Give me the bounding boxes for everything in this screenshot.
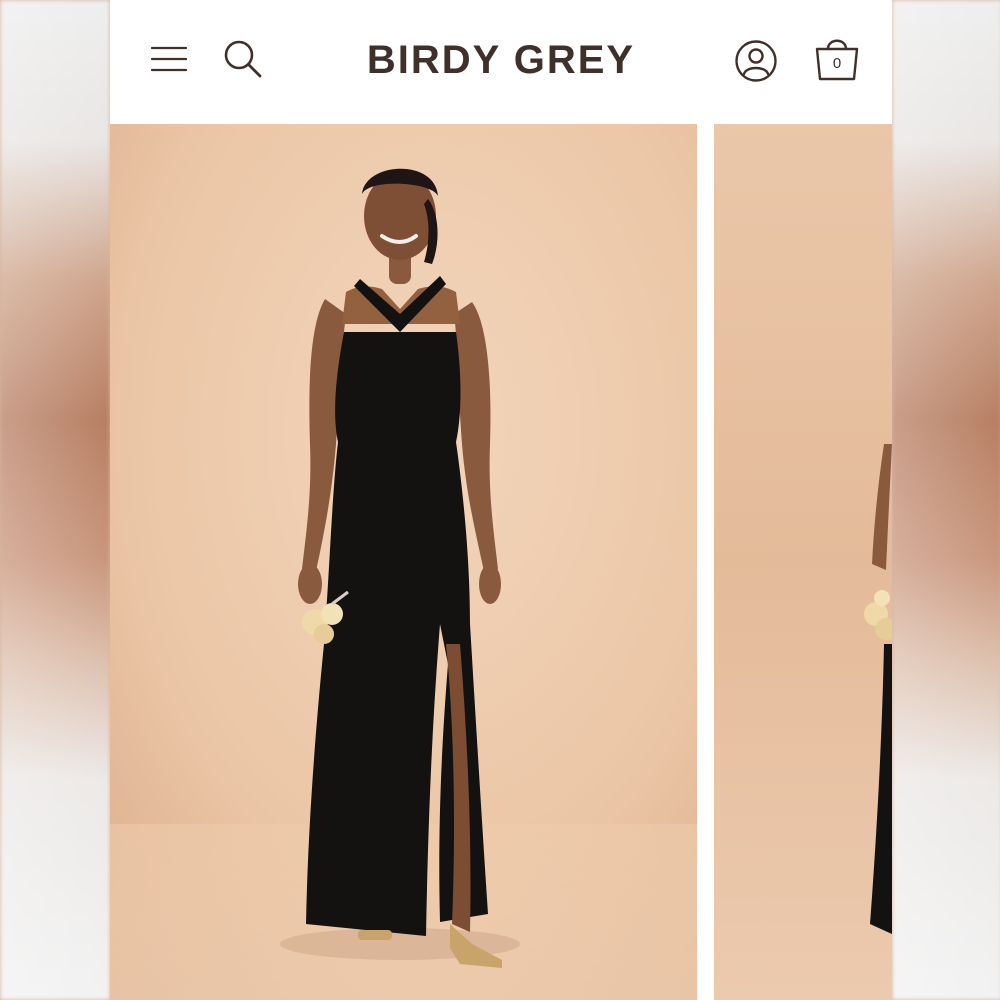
account-button[interactable] bbox=[734, 39, 778, 83]
hamburger-menu-icon bbox=[150, 46, 188, 72]
blurred-backdrop-left bbox=[0, 0, 110, 1000]
menu-button[interactable] bbox=[150, 40, 188, 78]
cart-count-badge: 0 bbox=[832, 55, 842, 72]
story-frame: BIRDY GREY 0 bbox=[0, 0, 1000, 1000]
blurred-backdrop-right bbox=[892, 0, 1000, 1000]
cart-button[interactable]: 0 bbox=[813, 33, 861, 83]
gallery-image-next[interactable] bbox=[714, 124, 892, 1000]
account-icon bbox=[735, 40, 777, 82]
mobile-screen: BIRDY GREY 0 bbox=[110, 0, 892, 1000]
search-button[interactable] bbox=[222, 38, 264, 80]
product-image-gallery[interactable] bbox=[110, 124, 892, 1000]
product-photo bbox=[110, 124, 697, 1000]
brand-logo[interactable]: BIRDY GREY bbox=[367, 38, 635, 82]
product-photo-next bbox=[714, 124, 892, 1000]
gallery-image-main[interactable] bbox=[110, 124, 697, 1000]
search-icon bbox=[224, 40, 262, 78]
site-header: BIRDY GREY 0 bbox=[110, 0, 892, 124]
